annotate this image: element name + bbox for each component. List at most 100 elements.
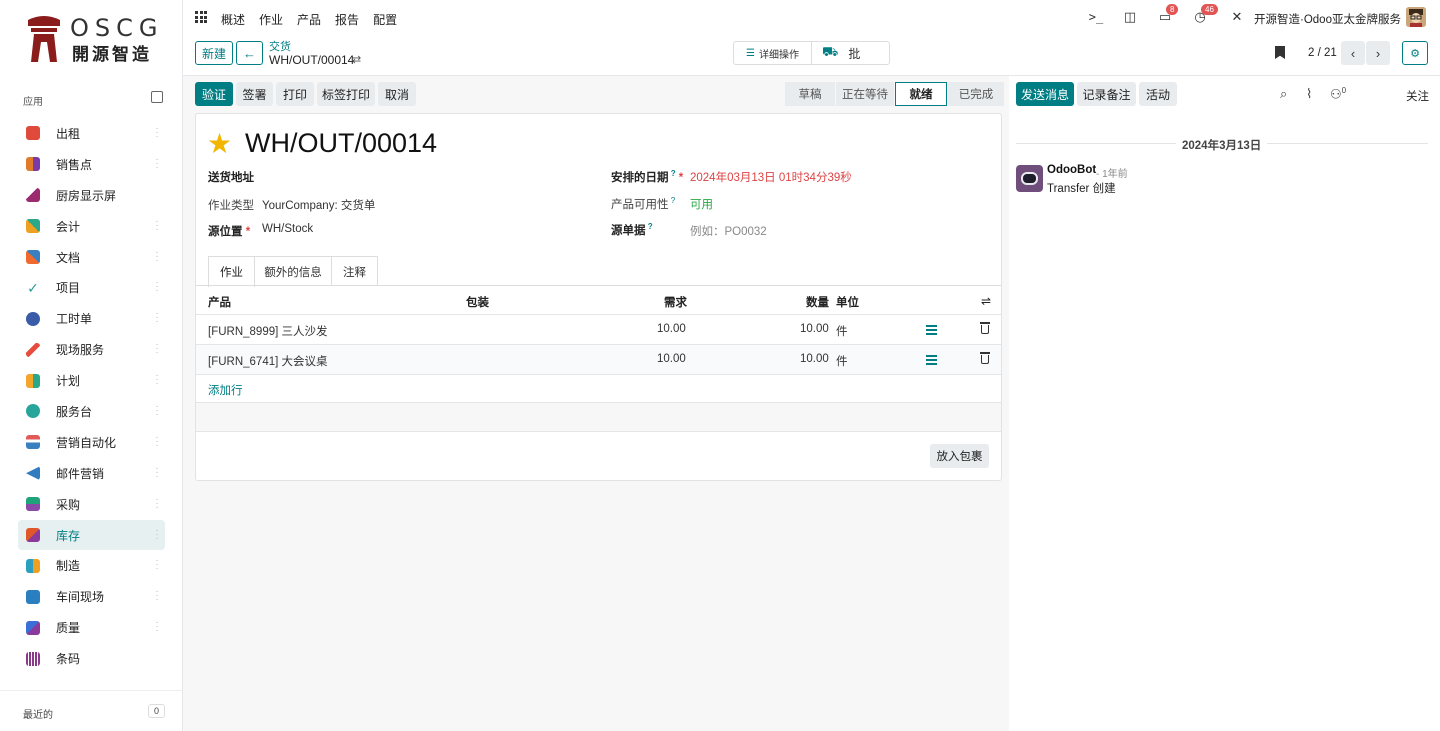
sidebar-item-project[interactable]: ✓ 项目 · · · (18, 272, 165, 303)
detailed-operations-button[interactable]: ☰ 详细操作 (734, 42, 812, 64)
col-packaging[interactable]: 包装 (466, 294, 489, 310)
sidebar-item-kitchen-display[interactable]: 厨房显示屏 (18, 180, 165, 211)
pager-next-button[interactable]: › (1366, 41, 1390, 65)
more-options-icon[interactable]: · · · (155, 463, 159, 481)
message-author[interactable]: OdooBot (1047, 164, 1096, 176)
col-unit[interactable]: 单位 (836, 294, 859, 310)
help-icon[interactable]: ? (646, 222, 653, 231)
add-line-link[interactable]: 添加行 (208, 382, 243, 398)
sidebar-item-email-marketing[interactable]: 邮件营销 · · · (18, 458, 165, 489)
more-options-icon[interactable]: · · · (155, 309, 159, 327)
sidebar-item-documents[interactable]: 文档 · · · (18, 242, 165, 273)
breadcrumb-parent[interactable]: 交货 (269, 38, 291, 54)
priority-star-icon[interactable]: ★ (207, 130, 233, 158)
sidebar-item-marketing-automation[interactable]: 营销自动化 · · · (18, 427, 165, 458)
trash-icon[interactable] (980, 322, 990, 334)
log-note-button[interactable]: 记录备注 (1077, 82, 1136, 106)
record-actions-icon[interactable]: ⇄ (352, 53, 361, 66)
back-button[interactable]: ← (236, 41, 263, 65)
label-print-button[interactable]: 标签打印 (317, 82, 375, 106)
more-options-icon[interactable]: · · · (155, 432, 159, 450)
more-options-icon[interactable]: · · · (155, 340, 159, 358)
more-options-icon[interactable]: · · · (155, 618, 159, 636)
user-avatar[interactable] (1406, 7, 1426, 27)
pager-value[interactable]: 2 / 21 (1308, 47, 1337, 59)
sidebar-item-field-service[interactable]: 现场服务 · · · (18, 334, 165, 365)
sidebar-item-planning[interactable]: 计划 · · · (18, 365, 165, 396)
sidebar-item-rental[interactable]: 出租 · · · (18, 118, 165, 149)
more-options-icon[interactable]: · · · (155, 247, 159, 265)
menu-products[interactable]: 产品 (297, 11, 321, 28)
messages-icon[interactable]: ▭ 8 (1157, 4, 1179, 24)
sidebar-item-quality[interactable]: 质量 · · · (18, 612, 165, 643)
sidebar-item-barcode[interactable]: 条码 (18, 643, 165, 674)
company-switcher[interactable]: 开源智造·Odoo亚太金牌服务 (1254, 11, 1401, 27)
sidebar-item-accounting[interactable]: 会计 · · · (18, 211, 165, 242)
tab-notes[interactable]: 注释 (331, 256, 378, 286)
menu-reporting[interactable]: 报告 (335, 11, 359, 28)
more-options-icon[interactable]: · · · (155, 525, 159, 543)
terminal-icon[interactable]: >_ (1088, 10, 1104, 24)
new-button[interactable]: 新建 (195, 41, 233, 65)
debug-button[interactable]: ⚙ (1402, 41, 1428, 65)
optional-columns-icon[interactable]: ⇌ (981, 294, 991, 308)
more-options-icon[interactable]: · · · (155, 154, 159, 172)
bookmark-icon[interactable] (1275, 46, 1285, 59)
table-row[interactable]: [FURN_6741] 大会议桌 10.00 10.00 件 (196, 344, 1001, 374)
trash-icon[interactable] (980, 352, 990, 364)
help-icon[interactable]: ? (669, 196, 675, 205)
more-options-icon[interactable]: · · · (155, 494, 159, 512)
stage-ready[interactable]: 就绪 (895, 82, 947, 106)
sidebar-item-inventory[interactable]: 库存 · · · (18, 519, 165, 551)
help-icon[interactable]: ? (669, 169, 676, 178)
more-options-icon[interactable]: · · · (155, 124, 159, 142)
menu-overview[interactable]: 概述 (221, 11, 245, 28)
sidebar-item-timesheets[interactable]: 工时单 · · · (18, 303, 165, 334)
source-location-field[interactable]: WH/Stock (262, 223, 313, 235)
stage-waiting[interactable]: 正在等待 (836, 82, 894, 106)
sidebar-item-pos[interactable]: 销售点 · · · (18, 149, 165, 180)
print-button[interactable]: 打印 (276, 82, 314, 106)
follow-button[interactable]: 关注 (1406, 88, 1429, 104)
row-quantity[interactable]: 10.00 (800, 323, 829, 335)
details-list-icon[interactable] (926, 355, 937, 365)
tab-additional-info[interactable]: 额外的信息 (254, 256, 332, 286)
sign-button[interactable]: 签署 (236, 82, 273, 106)
source-document-input[interactable]: 例如：PO0032 (690, 223, 767, 239)
validate-button[interactable]: 验证 (195, 82, 233, 106)
cancel-button[interactable]: 取消 (378, 82, 416, 106)
app-grid-icon[interactable] (195, 11, 207, 23)
edit-apps-icon[interactable] (151, 91, 163, 103)
col-demand[interactable]: 需求 (664, 294, 687, 310)
more-options-icon[interactable]: · · · (155, 402, 159, 420)
col-product[interactable]: 产品 (208, 294, 231, 310)
more-options-icon[interactable]: · · · (155, 216, 159, 234)
more-options-icon[interactable]: · · · (155, 587, 159, 605)
more-options-icon[interactable]: · · · (155, 278, 159, 296)
split-view-icon[interactable]: ◫ (1122, 10, 1138, 24)
put-in-pack-button[interactable]: 放入包裹 (930, 444, 989, 468)
send-message-button[interactable]: 发送消息 (1016, 82, 1074, 106)
sidebar-item-manufacturing[interactable]: 制造 · · · (18, 550, 165, 581)
pager-previous-button[interactable]: ‹ (1341, 41, 1365, 65)
stage-draft[interactable]: 草稿 (785, 82, 835, 106)
followers-icon[interactable]: ⚇0 (1330, 86, 1346, 102)
sidebar-item-shop-floor[interactable]: 车间现场 · · · (18, 581, 165, 612)
activity-button[interactable]: 活动 (1139, 82, 1177, 106)
activity-clock-icon[interactable]: ◷ 46 (1192, 4, 1218, 24)
oscg-logo[interactable]: OSCG 開源智造 (26, 12, 166, 66)
menu-configuration[interactable]: 配置 (373, 11, 397, 28)
paperclip-icon[interactable]: ⌇ (1306, 86, 1312, 102)
menu-operations[interactable]: 作业 (259, 11, 283, 28)
batch-button[interactable]: ⛟ 批 (812, 42, 889, 64)
table-row[interactable]: [FURN_8999] 三人沙发 10.00 10.00 件 (196, 314, 1001, 344)
col-quantity[interactable]: 数量 (806, 294, 829, 310)
operation-type-field[interactable]: YourCompany: 交货单 (262, 197, 375, 213)
details-list-icon[interactable] (926, 325, 937, 335)
sidebar-item-purchase[interactable]: 采购 · · · (18, 489, 165, 520)
search-icon[interactable]: ⌕ (1280, 86, 1287, 102)
stage-done[interactable]: 已完成 (948, 82, 1004, 106)
tab-operations[interactable]: 作业 (208, 256, 255, 287)
tools-icon[interactable]: ✕ (1229, 10, 1245, 24)
scheduled-date-field[interactable]: 2024年03月13日 01时34分39秒 (690, 169, 852, 185)
